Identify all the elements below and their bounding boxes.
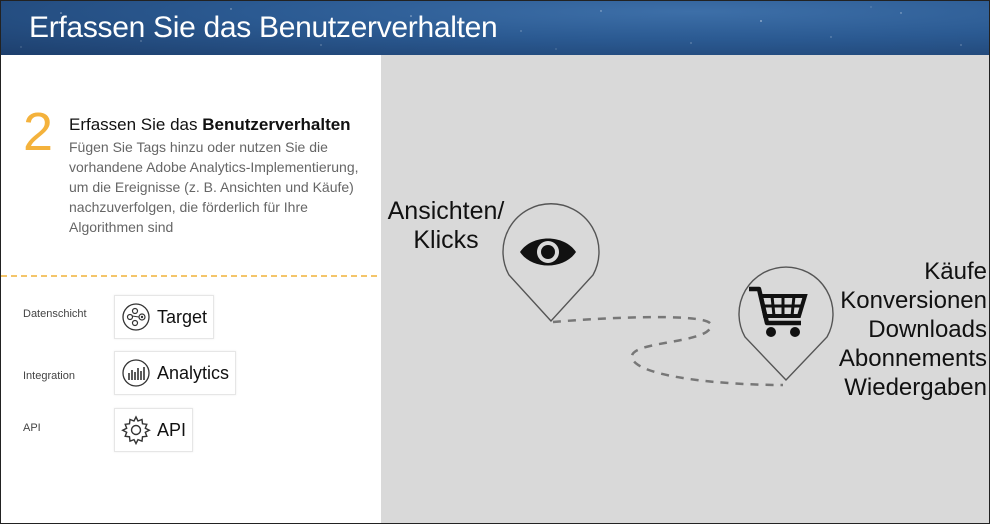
views-clicks-label: Ansichten/ Klicks: [381, 197, 511, 255]
slide: Erfassen Sie das Benutzerverhalten 2 Erf…: [0, 0, 990, 524]
target-chip-label: Target: [157, 306, 208, 327]
shopping-cart-icon: [749, 286, 808, 337]
analytics-chip[interactable]: Analytics: [114, 351, 237, 395]
source-label-api: API: [23, 422, 41, 434]
step-description: Fügen Sie Tags hinzu oder nutzen Sie die…: [69, 139, 359, 235]
target-icon: [122, 303, 150, 331]
outcome-playbacks: Wiedergaben: [844, 374, 987, 401]
views-label-line1: Ansichten/: [387, 197, 505, 225]
target-chip[interactable]: Target: [114, 295, 215, 339]
views-label-line2: Klicks: [413, 226, 479, 254]
api-chip[interactable]: API: [114, 408, 194, 452]
step-title: Erfassen Sie das Benutzerverhalten: [69, 115, 351, 135]
api-chip-label: API: [157, 419, 187, 440]
analytics-icon: [122, 359, 150, 387]
journey-diagram: Ansichten/ Klicks Käufe Konversionen Dow…: [381, 55, 989, 523]
outcome-purchases: Käufe: [924, 258, 987, 285]
outcomes-list: Käufe Konversionen Downloads Abonnements…: [827, 257, 987, 402]
outcome-subscriptions: Abonnements: [838, 345, 987, 372]
eye-icon: [520, 238, 576, 266]
source-label-integration: Integration: [23, 370, 75, 382]
analytics-chip-label: Analytics: [157, 362, 230, 383]
step-number: 2: [23, 102, 54, 162]
step-title-plain: Erfassen Sie das: [69, 115, 203, 134]
header-banner: Erfassen Sie das Benutzerverhalten: [1, 1, 989, 55]
dashed-divider: [1, 275, 377, 277]
step-title-bold: Benutzerverhalten: [202, 115, 351, 134]
gear-icon: [121, 415, 151, 445]
outcome-conversions: Konversionen: [840, 287, 987, 314]
source-label-datalayer: Datenschicht: [23, 308, 87, 320]
outcome-downloads: Downloads: [868, 316, 987, 343]
page-title: Erfassen Sie das Benutzerverhalten: [29, 11, 498, 44]
left-panel: 2 Erfassen Sie das Benutzerverhalten Füg…: [1, 55, 381, 523]
